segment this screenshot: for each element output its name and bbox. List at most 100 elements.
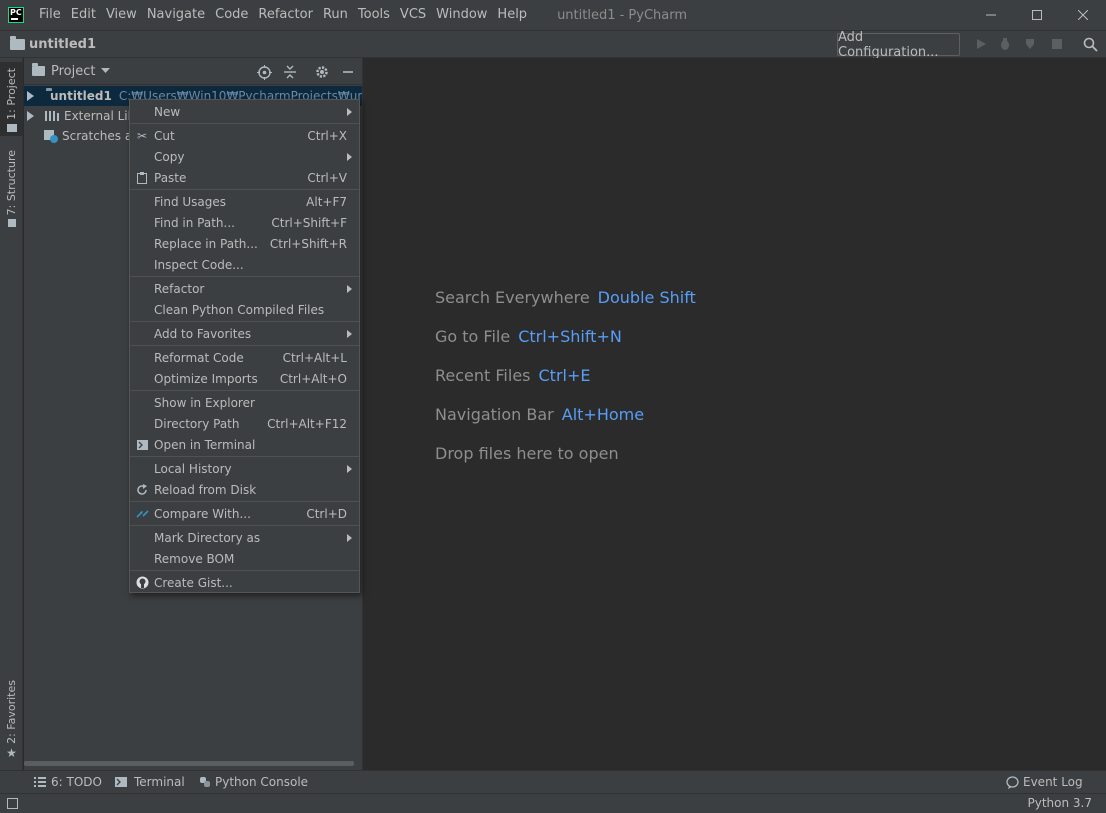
menu-item-replace-in-path[interactable]: Replace in Path... Ctrl+Shift+R xyxy=(130,233,359,254)
run-icon[interactable] xyxy=(973,36,989,52)
menu-separator xyxy=(130,123,359,124)
compare-icon xyxy=(135,507,149,521)
debug-icon[interactable] xyxy=(997,36,1013,52)
menu-tools[interactable]: Tools xyxy=(353,0,395,30)
menu-item-refactor[interactable]: Refactor xyxy=(130,278,359,299)
menu-window[interactable]: Window xyxy=(431,0,492,30)
menu-item-optimize-imports[interactable]: Optimize Imports Ctrl+Alt+O xyxy=(130,368,359,389)
clipboard-icon xyxy=(135,171,149,185)
menu-help[interactable]: Help xyxy=(492,0,532,30)
submenu-arrow-icon xyxy=(347,284,352,293)
event-log-tool-button[interactable]: Event Log xyxy=(1006,775,1083,789)
menu-run[interactable]: Run xyxy=(318,0,353,30)
bottom-tool-bar: 6: TODO Terminal Python Console Event Lo… xyxy=(0,770,1106,793)
menu-separator xyxy=(130,321,359,322)
breadcrumb-label: untitled1 xyxy=(29,36,97,52)
library-icon xyxy=(45,111,59,121)
menu-item-copy[interactable]: Copy xyxy=(130,146,359,167)
toggle-tool-windows-icon[interactable] xyxy=(7,798,18,809)
minimize-button[interactable] xyxy=(968,0,1014,30)
menu-item-directory-path[interactable]: Directory Path Ctrl+Alt+F12 xyxy=(130,413,359,434)
close-button[interactable] xyxy=(1060,0,1106,30)
star-icon: ★ xyxy=(6,745,17,760)
tab-structure[interactable]: 7: Structure xyxy=(0,150,23,228)
menu-item-inspect-code[interactable]: Inspect Code... xyxy=(130,254,359,275)
menu-item-local-history[interactable]: Local History xyxy=(130,458,359,479)
menu-separator xyxy=(130,390,359,391)
hint-go-to-file: Go to File Ctrl+Shift+N xyxy=(435,327,622,346)
scratches-icon xyxy=(44,130,58,143)
menu-item-clean-python-compiled[interactable]: Clean Python Compiled Files xyxy=(130,299,359,320)
tab-favorites-label: 2: Favorites xyxy=(5,680,18,744)
project-view-selector[interactable]: Project xyxy=(32,63,111,79)
refresh-icon xyxy=(135,483,149,497)
menu-item-remove-bom[interactable]: Remove BOM xyxy=(130,548,359,569)
menu-item-find-usages[interactable]: Find Usages Alt+F7 xyxy=(130,191,359,212)
menu-item-add-to-favorites[interactable]: Add to Favorites xyxy=(130,323,359,344)
menu-item-reload-from-disk[interactable]: Reload from Disk xyxy=(130,479,359,500)
menu-item-mark-directory-as[interactable]: Mark Directory as xyxy=(130,527,359,548)
structure-tab-icon xyxy=(7,219,16,228)
chevron-down-icon xyxy=(101,68,111,73)
horizontal-scrollbar[interactable] xyxy=(24,761,354,766)
window-title: untitled1 - PyCharm xyxy=(557,7,688,23)
tab-structure-label: 7: Structure xyxy=(5,150,18,216)
menu-item-cut[interactable]: ✂ Cut Ctrl+X xyxy=(130,125,359,146)
breadcrumb[interactable]: untitled1 xyxy=(10,35,97,52)
menu-item-compare-with[interactable]: Compare With... Ctrl+D xyxy=(130,503,359,524)
tab-project[interactable]: 1: Project xyxy=(0,62,23,136)
menu-item-reformat-code[interactable]: Reformat Code Ctrl+Alt+L xyxy=(130,347,359,368)
run-with-coverage-icon[interactable] xyxy=(1023,36,1039,52)
todo-tool-button[interactable]: 6: TODO xyxy=(34,775,102,789)
menu-item-find-in-path[interactable]: Find in Path... Ctrl+Shift+F xyxy=(130,212,359,233)
submenu-arrow-icon xyxy=(347,107,352,116)
project-folder-icon xyxy=(32,63,45,76)
terminal-icon xyxy=(135,438,149,452)
gear-icon[interactable] xyxy=(314,64,330,80)
tab-project-label: 1: Project xyxy=(5,68,18,120)
context-menu: New ✂ Cut Ctrl+X Copy Paste Ctrl+V Find Us… xyxy=(129,99,360,593)
hide-panel-icon[interactable] xyxy=(340,64,356,80)
stop-icon[interactable] xyxy=(1049,36,1065,52)
collapse-all-icon[interactable] xyxy=(282,64,298,80)
menu-refactor[interactable]: Refactor xyxy=(253,0,318,30)
expand-arrow-icon[interactable] xyxy=(27,91,34,101)
python-console-tool-button[interactable]: Python Console xyxy=(199,775,308,789)
search-icon[interactable] xyxy=(1082,36,1098,52)
terminal-tool-button[interactable]: Terminal xyxy=(115,775,185,789)
hint-recent-files: Recent Files Ctrl+E xyxy=(435,366,591,385)
editor-area[interactable]: Search Everywhere Double Shift Go to File… xyxy=(362,58,1106,770)
expand-arrow-icon[interactable] xyxy=(27,111,34,121)
hint-drop-files: Drop files here to open xyxy=(435,444,619,463)
menu-code[interactable]: Code xyxy=(210,0,253,30)
menu-file[interactable]: File xyxy=(34,0,66,30)
terminal-icon xyxy=(115,777,127,787)
menu-item-open-in-terminal[interactable]: Open in Terminal xyxy=(130,434,359,455)
menu-separator xyxy=(130,276,359,277)
interpreter-status[interactable]: Python 3.7 xyxy=(1028,796,1093,810)
menu-view[interactable]: View xyxy=(101,0,142,30)
locate-icon[interactable] xyxy=(256,64,272,80)
event-log-icon xyxy=(1006,775,1019,789)
add-configuration-button[interactable]: Add Configuration... xyxy=(837,30,960,60)
submenu-arrow-icon xyxy=(347,464,352,473)
menu-vcs[interactable]: VCS xyxy=(395,0,431,30)
minimize-icon xyxy=(986,14,996,16)
maximize-button[interactable] xyxy=(1014,0,1060,30)
navigation-bar: untitled1 Add Configuration... xyxy=(0,30,1106,60)
menu-navigate[interactable]: Navigate xyxy=(142,0,210,30)
menu-separator xyxy=(130,456,359,457)
menu-item-show-in-explorer[interactable]: Show in Explorer xyxy=(130,392,359,413)
todo-list-icon xyxy=(34,777,46,787)
submenu-arrow-icon xyxy=(347,533,352,542)
menu-item-create-gist[interactable]: Create Gist... xyxy=(130,572,359,593)
close-icon xyxy=(1078,10,1088,20)
tab-favorites[interactable]: 2: Favorites ★ xyxy=(0,680,23,760)
menu-separator xyxy=(130,570,359,571)
menu-edit[interactable]: Edit xyxy=(66,0,101,30)
title-bar: PC File Edit View Navigate Code Refactor… xyxy=(0,0,1106,30)
folder-icon xyxy=(10,35,25,50)
menu-item-paste[interactable]: Paste Ctrl+V xyxy=(130,167,359,188)
pycharm-logo-icon: PC xyxy=(8,7,24,23)
menu-item-new[interactable]: New xyxy=(130,101,359,122)
